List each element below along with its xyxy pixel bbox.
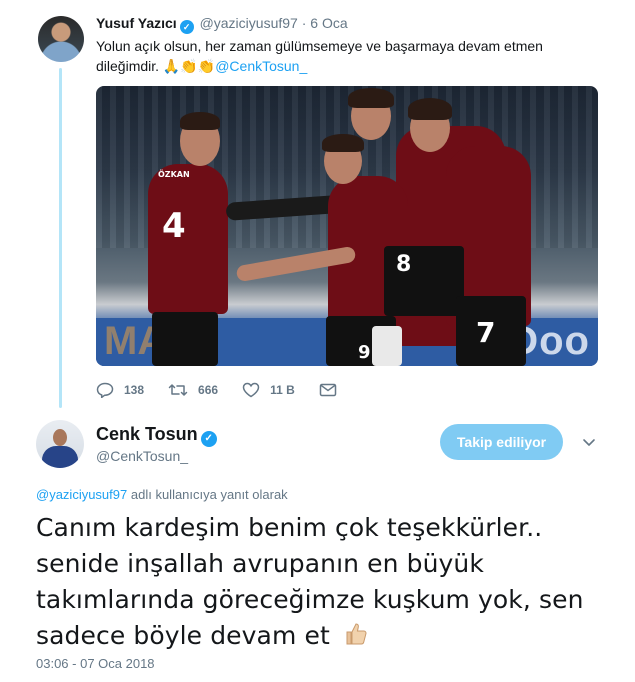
author-name[interactable]: Yusuf Yazıcı: [96, 15, 177, 31]
avatar-face: [53, 429, 67, 446]
main-tweet-author: Cenk Tosun ✓: [96, 424, 219, 447]
verified-badge-icon: ✓: [200, 431, 217, 447]
author-name[interactable]: Cenk Tosun: [96, 424, 198, 444]
jersey-number: 7: [476, 316, 496, 349]
main-tweet-text: Canım kardeşim benim çok teşekkürler.. s…: [36, 510, 606, 654]
avatar-cenk[interactable]: [36, 420, 84, 468]
tweet-text-line: Yolun açık olsun, her zaman gülümsemeye …: [96, 38, 543, 54]
author-handle[interactable]: @CenkTosun_: [96, 448, 188, 464]
direct-message-icon: [319, 383, 336, 397]
tweet-text-line: Canım kardeşim benim çok teşekkürler..: [36, 513, 543, 542]
player-hair: [408, 98, 452, 120]
jersey-number: 4: [162, 206, 186, 246]
player-hair: [180, 112, 220, 130]
chevron-down-icon[interactable]: [581, 434, 597, 450]
player-hair: [348, 88, 394, 108]
tweet-text-line: senide inşallah avrupanın en büyük: [36, 549, 484, 578]
following-button[interactable]: Takip ediliyor: [440, 424, 563, 460]
player-shorts: [152, 312, 218, 366]
reply-tweet-header: Yusuf Yazıcı ✓ @yaziciyusuf97 · 6 Oca: [96, 15, 348, 34]
mention-link[interactable]: @CenkTosun_: [215, 58, 307, 74]
retweet-icon: [168, 384, 188, 396]
retweet-count: 666: [198, 383, 219, 397]
tweet-timestamp[interactable]: 03:06 - 07 Oca 2018: [36, 656, 155, 671]
replying-to-line: @yaziciyusuf97 adlı kullanıcıya yanıt ol…: [36, 487, 288, 502]
thread-connector-line: [59, 68, 62, 408]
player-sock: [372, 326, 402, 366]
jersey-name: ÖZKAN: [158, 170, 190, 179]
reply-button[interactable]: 138: [96, 382, 144, 398]
tweet-text-line: takımlarında göreceğimze kuşkum yok, sen: [36, 585, 584, 614]
reply-to-mention[interactable]: @yaziciyusuf97: [36, 487, 127, 502]
avatar-yusuf[interactable]: [38, 16, 84, 62]
thumbs-up-emoji: [346, 623, 367, 645]
tweet-text-line: dileğimdir.: [96, 58, 160, 74]
like-count: 11 B: [270, 383, 295, 397]
like-button[interactable]: 11 B: [242, 382, 295, 398]
tweet-photo[interactable]: MA Doo 4 ÖZKAN 8 7 9: [96, 86, 598, 366]
player-hair: [322, 134, 364, 152]
reply-tweet-text: Yolun açık olsun, her zaman gülümsemeye …: [96, 36, 596, 76]
tweet-text-line: sadece böyle devam et: [36, 621, 330, 650]
jersey-number: 8: [396, 252, 412, 277]
tweet-date[interactable]: 6 Oca: [310, 15, 347, 31]
emoji-hands: 🙏👏👏: [162, 58, 216, 74]
author-handle[interactable]: @yaziciyusuf97: [200, 15, 298, 31]
like-icon: [242, 382, 260, 398]
separator-dot: ·: [301, 15, 307, 31]
reply-icon: [96, 382, 114, 398]
direct-message-button[interactable]: [319, 383, 347, 397]
retweet-button[interactable]: 666: [168, 382, 218, 398]
avatar-body: [42, 446, 78, 468]
jersey-number: 9: [358, 342, 371, 363]
tweet-action-bar: 138 666 11 B: [96, 380, 371, 400]
reply-to-suffix: adlı kullanıcıya yanıt olarak: [130, 487, 288, 502]
player-figure: [148, 164, 228, 314]
verified-badge-icon: ✓: [179, 20, 194, 34]
reply-count: 138: [124, 383, 145, 397]
